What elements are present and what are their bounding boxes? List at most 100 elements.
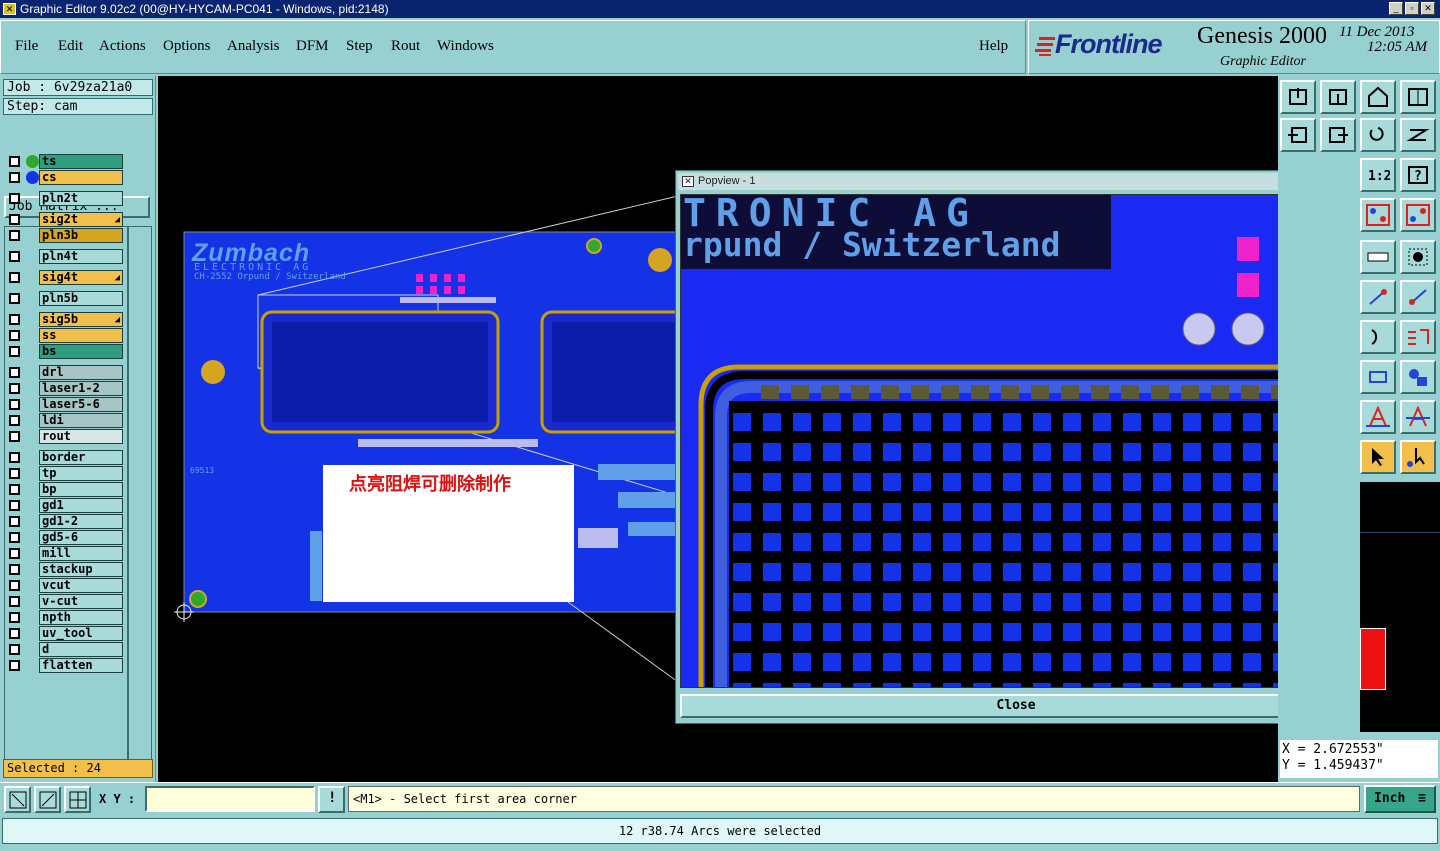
net-highlight-icon[interactable] — [1400, 198, 1436, 232]
layer-name[interactable]: ts — [39, 154, 123, 169]
measure-ruler-icon[interactable] — [1360, 240, 1396, 274]
pan-right-icon[interactable] — [1320, 118, 1356, 152]
layer-name[interactable]: uv_tool — [39, 626, 123, 641]
pan-left-icon[interactable] — [1280, 118, 1316, 152]
pointer-select-icon[interactable] — [1360, 440, 1396, 474]
layer-name[interactable]: v-cut — [39, 594, 123, 609]
snap-icon[interactable] — [1400, 118, 1436, 152]
layer-row-sig4t[interactable]: sig4t ◢ — [6, 270, 124, 285]
minimize-icon[interactable]: _ — [1389, 2, 1403, 15]
text-tool-a-icon[interactable] — [1360, 400, 1396, 434]
layer-checkbox[interactable] — [9, 293, 20, 304]
pointer-route-icon[interactable] — [1400, 440, 1436, 474]
layer-row-ss[interactable]: ss — [6, 328, 124, 343]
popview-close-button[interactable]: Close — [680, 694, 1352, 718]
layer-checkbox[interactable] — [9, 314, 20, 325]
home-icon[interactable] — [1360, 80, 1396, 114]
layer-row-border[interactable]: border — [6, 450, 124, 465]
layer-checkbox[interactable] — [9, 596, 20, 607]
layer-name[interactable]: ldi — [39, 413, 123, 428]
layer-name[interactable]: flatten — [39, 658, 123, 673]
layer-row-drl[interactable]: drl — [6, 365, 124, 380]
layer-row-d[interactable]: d — [6, 642, 124, 657]
layer-row-pln4t[interactable]: pln4t — [6, 249, 124, 264]
layer-checkbox[interactable] — [9, 500, 20, 511]
layer-row-npth[interactable]: npth — [6, 610, 124, 625]
text-tool-b-icon[interactable] — [1400, 400, 1436, 434]
layer-row-pln2t[interactable]: pln2t — [6, 191, 124, 206]
layer-checkbox[interactable] — [9, 431, 20, 442]
layer-checkbox[interactable] — [9, 516, 20, 527]
layer-name[interactable]: sig5b ◢ — [39, 312, 123, 327]
layer-row-gd1-2[interactable]: gd1-2 — [6, 514, 124, 529]
layer-row-mill[interactable]: mill — [6, 546, 124, 561]
layer-checkbox[interactable] — [9, 156, 20, 167]
angle-mode-icon[interactable] — [34, 786, 61, 813]
menu-rout[interactable]: Rout — [391, 38, 420, 55]
layer-row-gd1[interactable]: gd1 — [6, 498, 124, 513]
shapes-icon[interactable] — [1400, 360, 1436, 394]
layer-row-gd5-6[interactable]: gd5-6 — [6, 530, 124, 545]
popview-zoom-view[interactable]: TRONIC AG rpund / Switzerland — [680, 194, 1314, 688]
frame-icon[interactable] — [1360, 360, 1396, 394]
layer-checkbox[interactable] — [9, 644, 20, 655]
layer-checkbox[interactable] — [9, 415, 20, 426]
layer-name[interactable]: vcut — [39, 578, 123, 593]
layer-row-vcut[interactable]: vcut — [6, 578, 124, 593]
layer-name[interactable]: mill — [39, 546, 123, 561]
menu-options[interactable]: Options — [163, 38, 211, 55]
menu-step[interactable]: Step — [346, 38, 373, 55]
layer-checkbox[interactable] — [9, 660, 20, 671]
zoom-down-icon[interactable] — [1320, 80, 1356, 114]
layer-list-scrollbar[interactable] — [128, 226, 152, 762]
layer-name[interactable]: cs — [39, 170, 123, 185]
close-icon[interactable]: ✕ — [1421, 2, 1435, 15]
layer-checkbox[interactable] — [9, 330, 20, 341]
layer-name[interactable]: gd5-6 — [39, 530, 123, 545]
layer-checkbox[interactable] — [9, 452, 20, 463]
menu-help[interactable]: Help — [979, 38, 1008, 55]
layer-name[interactable]: pln2t — [39, 191, 123, 206]
layer-row-bp[interactable]: bp — [6, 482, 124, 497]
line-edit-icon[interactable] — [1400, 280, 1436, 314]
layer-checkbox[interactable] — [9, 564, 20, 575]
layer-row-pln5b[interactable]: pln5b — [6, 291, 124, 306]
maximize-icon[interactable]: ▫ — [1405, 2, 1419, 15]
menu-edit[interactable]: Edit — [58, 38, 83, 55]
layer-name[interactable]: npth — [39, 610, 123, 625]
layer-name[interactable]: pln4t — [39, 249, 123, 264]
layer-checkbox[interactable] — [9, 532, 20, 543]
layer-checkbox[interactable] — [9, 346, 20, 357]
menu-dfm[interactable]: DFM — [296, 38, 329, 55]
layer-checkbox[interactable] — [9, 367, 20, 378]
layer-name[interactable]: sig2t ◢ — [39, 212, 123, 227]
layer-name[interactable]: gd1 — [39, 498, 123, 513]
layer-row-stackup[interactable]: stackup — [6, 562, 124, 577]
layer-name[interactable]: rout — [39, 429, 123, 444]
snap-mode-icon[interactable] — [4, 786, 31, 813]
layer-row-pln3b[interactable]: pln3b — [6, 228, 124, 243]
layer-checkbox[interactable] — [9, 484, 20, 495]
layer-row-ts[interactable]: ts — [6, 154, 124, 169]
layer-name[interactable]: sig4t ◢ — [39, 270, 123, 285]
layer-checkbox[interactable] — [9, 612, 20, 623]
menu-analysis[interactable]: Analysis — [227, 38, 280, 55]
layer-name[interactable]: bp — [39, 482, 123, 497]
layer-row-tp[interactable]: tp — [6, 466, 124, 481]
layer-row-cs[interactable]: cs — [6, 170, 124, 185]
layer-checkbox[interactable] — [9, 251, 20, 262]
layer-row-laser1-2[interactable]: laser1-2 — [6, 381, 124, 396]
layer-name[interactable]: laser5-6 — [39, 397, 123, 412]
layer-name[interactable]: d — [39, 642, 123, 657]
menu-actions[interactable]: Actions — [99, 38, 146, 55]
layer-checkbox[interactable] — [9, 193, 20, 204]
route-tool-icon[interactable] — [1400, 320, 1436, 354]
xy-input[interactable] — [145, 786, 315, 812]
undo-zoom-icon[interactable] — [1360, 118, 1396, 152]
units-dropdown[interactable]: Inch ≡ — [1364, 785, 1436, 813]
layer-row-ldi[interactable]: ldi — [6, 413, 124, 428]
layer-name[interactable]: ss — [39, 328, 123, 343]
window-split-icon[interactable] — [1400, 80, 1436, 114]
layer-name[interactable]: tp — [39, 466, 123, 481]
layer-checkbox[interactable] — [9, 468, 20, 479]
